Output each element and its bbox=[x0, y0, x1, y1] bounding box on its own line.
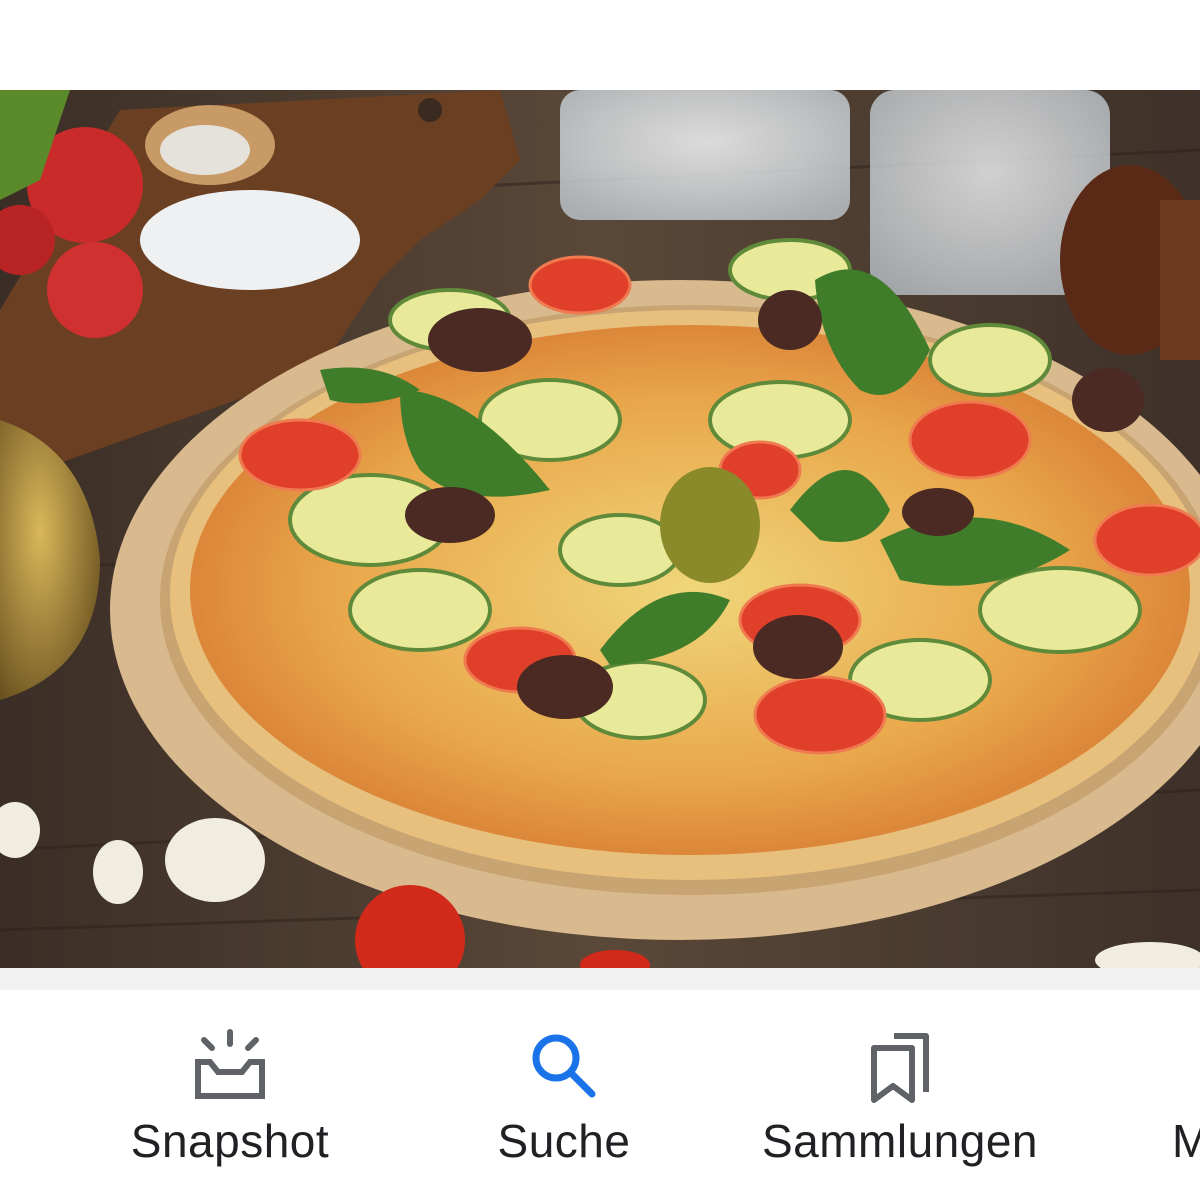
nav-item-snapshot[interactable]: Snapshot bbox=[80, 990, 380, 1200]
nav-label-snapshot: Snapshot bbox=[130, 1115, 330, 1167]
bottom-navigation: Snapshot Suche Sammlungen M bbox=[0, 990, 1200, 1200]
top-whitespace bbox=[0, 0, 1200, 90]
collections-icon bbox=[855, 1026, 945, 1106]
search-icon bbox=[519, 1026, 609, 1106]
nav-item-search[interactable]: Suche bbox=[414, 990, 714, 1200]
snapshot-icon bbox=[185, 1026, 275, 1106]
pizza-photo[interactable] bbox=[0, 90, 1200, 968]
divider bbox=[0, 968, 1200, 990]
pizza-image bbox=[0, 90, 1200, 968]
nav-label-search: Suche bbox=[497, 1115, 631, 1167]
nav-label-collections: Sammlungen bbox=[761, 1115, 1039, 1167]
nav-item-more[interactable]: M bbox=[1172, 990, 1200, 1200]
nav-item-collections[interactable]: Sammlungen bbox=[730, 990, 1070, 1200]
more-icon bbox=[1172, 1026, 1200, 1106]
nav-label-more: M bbox=[1172, 1115, 1200, 1167]
